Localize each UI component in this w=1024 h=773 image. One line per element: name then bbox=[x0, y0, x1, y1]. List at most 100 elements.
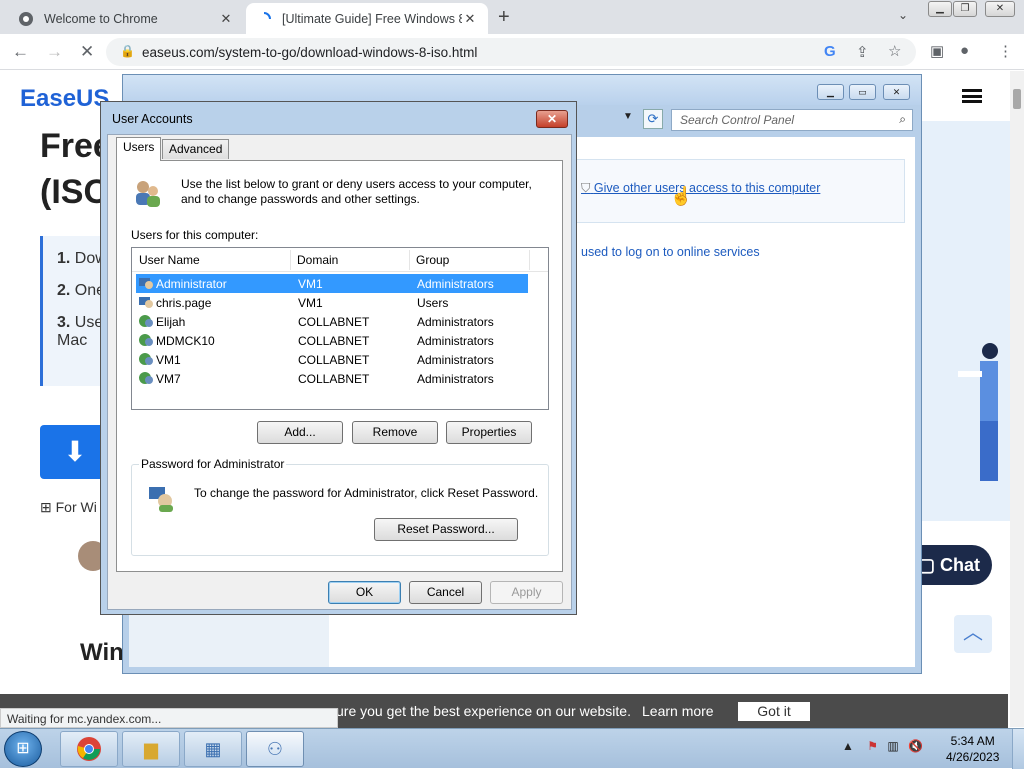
control-panel-icon: ▦ bbox=[204, 739, 222, 759]
search-icon[interactable]: ⌕ bbox=[899, 112, 906, 127]
back-arrow-icon[interactable]: ← bbox=[12, 42, 29, 62]
tab-title: [Ultimate Guide] Free Windows 8 bbox=[282, 11, 462, 26]
column-header-user-name[interactable]: User Name bbox=[139, 253, 200, 267]
hamburger-menu-icon[interactable] bbox=[962, 89, 982, 103]
cp-maximize-button[interactable]: ▭ bbox=[849, 84, 876, 100]
user-row-vm1[interactable]: VM1 COLLABNET Administrators bbox=[136, 350, 528, 369]
remove-user-button[interactable]: Remove bbox=[352, 421, 438, 444]
give-access-link[interactable]: ⛉ Give other users access to this comput… bbox=[581, 181, 820, 196]
show-desktop-button[interactable] bbox=[1012, 729, 1024, 769]
refresh-icon[interactable]: ⟳ bbox=[643, 109, 663, 129]
taskbar-file-explorer[interactable]: ▆ bbox=[122, 731, 180, 767]
chrome-icon bbox=[77, 737, 101, 761]
user-row-chris-page[interactable]: chris.page VM1 Users bbox=[136, 293, 528, 312]
clock[interactable]: 5:34 AM 4/26/2023 bbox=[946, 733, 999, 765]
cp-minimize-button[interactable]: ▁ bbox=[817, 84, 844, 100]
apply-button[interactable]: Apply bbox=[490, 581, 563, 604]
properties-button[interactable]: Properties bbox=[446, 421, 532, 444]
cancel-button[interactable]: Cancel bbox=[409, 581, 482, 604]
users-icon bbox=[131, 177, 163, 216]
section-heading: Win bbox=[80, 639, 124, 666]
user-group: Administrators bbox=[417, 372, 494, 386]
user-domain: COLLABNET bbox=[298, 315, 370, 329]
add-user-button[interactable]: Add... bbox=[257, 421, 343, 444]
user-row-mdmck10[interactable]: MDMCK10 COLLABNET Administrators bbox=[136, 331, 528, 350]
learn-more-link[interactable]: Learn more bbox=[642, 703, 714, 719]
column-header-group[interactable]: Group bbox=[416, 253, 449, 267]
user-name: MDMCK10 bbox=[156, 334, 215, 348]
menu-kebab-icon[interactable]: ⋮ bbox=[998, 42, 1013, 60]
user-domain: COLLABNET bbox=[298, 372, 370, 386]
tab-users[interactable]: Users bbox=[116, 137, 162, 161]
minimize-button[interactable]: ▁ bbox=[928, 1, 952, 17]
user-group: Administrators bbox=[417, 334, 494, 348]
browser-tab-strip: Welcome to Chrome ✕ [Ultimate Guide] Fre… bbox=[0, 0, 1024, 34]
page-scrollbar[interactable] bbox=[1010, 71, 1024, 727]
user-domain: VM1 bbox=[298, 296, 323, 310]
tab-title: Welcome to Chrome bbox=[44, 11, 158, 26]
user-accounts-dialog: User Accounts ✕ Users Advanced Use the l… bbox=[100, 101, 577, 615]
volume-muted-icon[interactable]: 🔇 bbox=[908, 739, 923, 753]
column-header-domain[interactable]: Domain bbox=[297, 253, 338, 267]
network-user-icon bbox=[138, 314, 154, 329]
online-services-link[interactable]: used to log on to online services bbox=[581, 245, 760, 259]
url-text: easeus.com/system-to-go/download-windows… bbox=[142, 45, 478, 60]
cookie-message: ure you get the best experience on our w… bbox=[336, 703, 631, 719]
dialog-description: Use the list below to grant or deny user… bbox=[181, 177, 532, 206]
control-panel-search-input[interactable]: Search Control Panel ⌕ bbox=[671, 109, 913, 131]
windows-orb-icon: ⊞ bbox=[16, 740, 30, 757]
stop-loading-icon[interactable]: ✕ bbox=[80, 42, 94, 62]
bookmark-star-icon[interactable]: ☆ bbox=[888, 42, 901, 60]
user-row-vm7[interactable]: VM7 COLLABNET Administrators bbox=[136, 369, 528, 388]
new-tab-button[interactable]: + bbox=[498, 6, 510, 29]
tab-close-icon[interactable]: ✕ bbox=[462, 11, 478, 27]
user-row-administrator[interactable]: Administrator VM1 Administrators bbox=[136, 274, 528, 293]
forward-arrow-icon[interactable]: → bbox=[46, 42, 63, 62]
password-group bbox=[131, 464, 549, 556]
restore-button[interactable]: ❐ bbox=[953, 1, 977, 17]
browser-toolbar: ← → ✕ 🔒 easeus.com/system-to-go/download… bbox=[0, 34, 1024, 70]
google-icon[interactable]: G bbox=[824, 43, 836, 60]
lock-icon: 🔒 bbox=[120, 44, 135, 58]
network-user-icon bbox=[138, 333, 154, 348]
cp-close-button[interactable]: ✕ bbox=[883, 84, 910, 100]
dialog-close-button[interactable]: ✕ bbox=[536, 110, 568, 128]
taskbar-chrome[interactable] bbox=[60, 731, 118, 767]
tab-search-chevron-icon[interactable]: ⌄ bbox=[898, 8, 908, 22]
close-window-button[interactable]: ✕ bbox=[985, 1, 1015, 17]
address-dropdown-icon[interactable]: ▼ bbox=[623, 111, 633, 122]
start-button[interactable]: ⊞ bbox=[4, 731, 42, 767]
search-placeholder: Search Control Panel bbox=[680, 113, 795, 127]
scrollbar-thumb[interactable] bbox=[1013, 89, 1021, 109]
network-icon[interactable]: ▥ bbox=[887, 739, 898, 753]
profile-avatar-icon[interactable]: ● bbox=[960, 42, 969, 59]
show-hidden-icons-icon[interactable]: ▲ bbox=[842, 739, 854, 753]
easeus-logo[interactable]: EaseUS bbox=[20, 85, 109, 113]
user-password-icon bbox=[147, 483, 175, 519]
tab-advanced[interactable]: Advanced bbox=[162, 139, 230, 159]
tab-close-icon[interactable]: ✕ bbox=[218, 11, 234, 27]
download-icon: ⬇ bbox=[63, 436, 87, 467]
taskbar-control-panel[interactable]: ▦ bbox=[184, 731, 242, 767]
taskbar-user-accounts[interactable]: ⚇ bbox=[246, 731, 304, 767]
share-icon[interactable]: ⇪ bbox=[856, 43, 869, 61]
network-user-icon bbox=[138, 352, 154, 367]
tab-welcome-to-chrome[interactable]: Welcome to Chrome ✕ bbox=[8, 3, 244, 34]
windows-logo-icon: ⊞ bbox=[40, 499, 52, 515]
users-icon: ⚇ bbox=[266, 739, 284, 759]
got-it-button[interactable]: Got it bbox=[738, 702, 810, 721]
action-center-icon[interactable]: ⚑ bbox=[867, 739, 878, 753]
browser-status-bar: Waiting for mc.yandex.com... bbox=[0, 708, 338, 728]
user-group: Users bbox=[417, 296, 449, 310]
ok-button[interactable]: OK bbox=[328, 581, 401, 604]
address-bar[interactable]: 🔒 easeus.com/system-to-go/download-windo… bbox=[106, 38, 916, 66]
user-name: Administrator bbox=[156, 277, 227, 291]
system-tray: ▲ ⚑ ▥ 🔇 bbox=[842, 739, 923, 753]
tab-ultimate-guide[interactable]: [Ultimate Guide] Free Windows 8 ✕ bbox=[246, 3, 488, 34]
side-panel-icon[interactable]: ▣ bbox=[930, 42, 944, 60]
reset-password-button[interactable]: Reset Password... bbox=[374, 518, 518, 541]
scroll-to-top-button[interactable]: ︿ bbox=[954, 615, 992, 653]
users-list[interactable]: User Name Domain Group Administrator VM1… bbox=[131, 247, 549, 410]
user-row-elijah[interactable]: Elijah COLLABNET Administrators bbox=[136, 312, 528, 331]
dialog-title: User Accounts bbox=[112, 112, 193, 126]
